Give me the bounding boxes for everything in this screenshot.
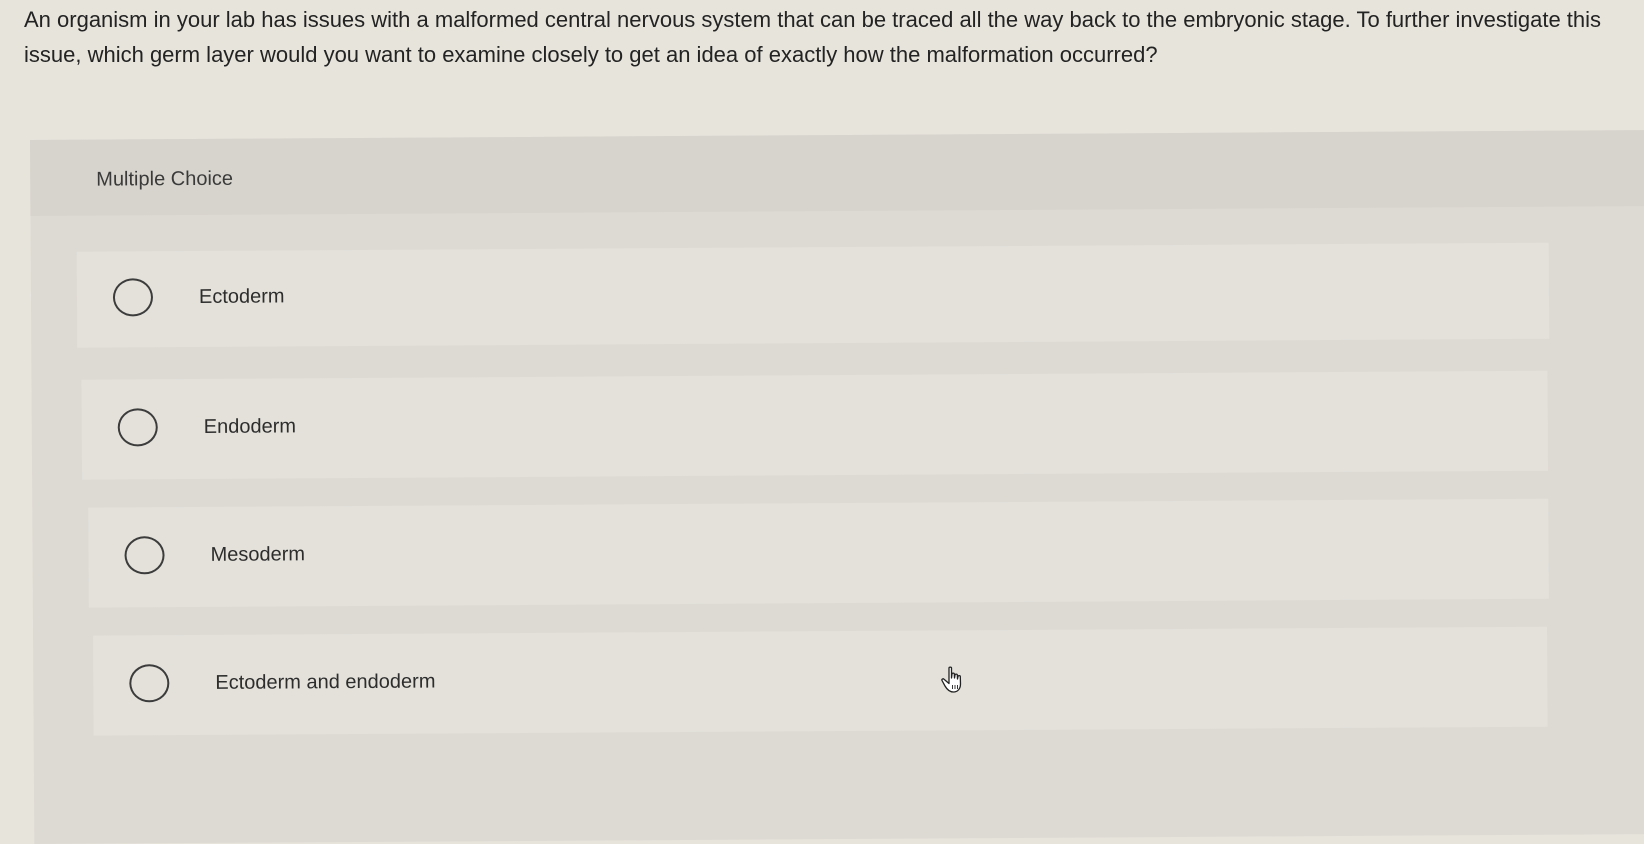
option-ectoderm[interactable]: Ectoderm (76, 242, 1550, 348)
radio-button[interactable] (117, 408, 158, 447)
radio-button[interactable] (124, 536, 165, 575)
hand-pointer-icon (941, 666, 962, 693)
option-endoderm[interactable]: Endoderm (81, 370, 1549, 480)
option-label: Mesoderm (210, 543, 306, 566)
question-text: An organism in your lab has issues with … (24, 7, 1602, 67)
option-mesoderm[interactable]: Mesoderm (88, 498, 1549, 608)
option-label: Endoderm (203, 415, 297, 438)
option-ectoderm-and-endoderm[interactable]: Ectoderm and endoderm (93, 626, 1548, 736)
radio-button[interactable] (129, 664, 170, 703)
multiple-choice-label: Multiple Choice (96, 167, 234, 191)
multiple-choice-header: Multiple Choice (30, 130, 1644, 216)
multiple-choice-panel: Multiple Choice Ectoderm Endoderm Mesode… (30, 130, 1644, 844)
option-label: Ectoderm and endoderm (215, 670, 436, 694)
radio-button[interactable] (112, 278, 154, 317)
option-label: Ectoderm (198, 285, 285, 308)
